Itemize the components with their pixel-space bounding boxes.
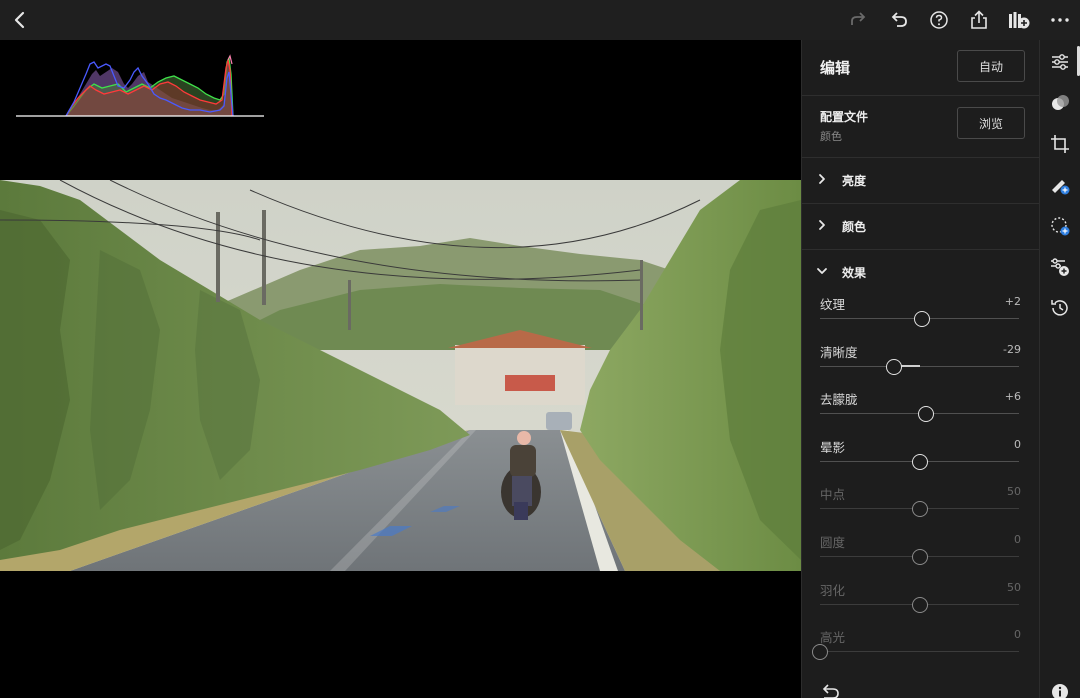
slider-knob[interactable] bbox=[914, 311, 930, 327]
slider-row: 中点 50 bbox=[802, 478, 1039, 526]
slider-knob[interactable] bbox=[912, 596, 928, 613]
help-circle-icon[interactable] bbox=[925, 6, 953, 34]
edit-panel: 编辑 自动 配置文件 颜色 浏览 亮度 颜色 效果 纹理 +2 清晰度 -29 去朦胧 +… bbox=[801, 40, 1039, 698]
add-to-album-icon[interactable] bbox=[1005, 6, 1033, 34]
slider-knob[interactable] bbox=[918, 406, 934, 423]
slider-value: 0 bbox=[1014, 437, 1021, 451]
slider-value: 0 bbox=[1014, 628, 1021, 642]
slider-value: 50 bbox=[1007, 580, 1021, 594]
profile-value: 颜色 bbox=[820, 130, 842, 143]
slider-knob[interactable] bbox=[886, 358, 902, 375]
slider-knob[interactable] bbox=[912, 548, 928, 565]
section-light-label: 亮度 bbox=[842, 174, 867, 188]
healing-icon[interactable] bbox=[1048, 173, 1072, 197]
section-color[interactable]: 颜色 bbox=[802, 204, 1039, 250]
slider-label: 羽化 bbox=[820, 582, 846, 598]
share-icon[interactable] bbox=[965, 6, 993, 34]
slider-value: +6 bbox=[1004, 390, 1021, 404]
slider-label: 中点 bbox=[820, 487, 846, 503]
tool-rail bbox=[1039, 40, 1080, 698]
slider-track[interactable] bbox=[820, 651, 1019, 653]
histogram bbox=[16, 54, 264, 117]
slider-value: -29 bbox=[1003, 342, 1021, 356]
profile-label: 配置文件 bbox=[820, 110, 869, 124]
section-color-label: 颜色 bbox=[842, 220, 867, 234]
presets-icon[interactable] bbox=[1048, 91, 1072, 115]
slider-row: 羽化 50 bbox=[802, 574, 1039, 622]
top-toolbar bbox=[0, 0, 1080, 40]
slider-label: 晕影 bbox=[820, 439, 846, 455]
photo-preview bbox=[0, 180, 801, 571]
slider-value: 0 bbox=[1014, 532, 1021, 546]
slider-knob[interactable] bbox=[912, 501, 928, 518]
panel-title: 编辑 bbox=[820, 59, 851, 77]
undo-icon[interactable] bbox=[885, 6, 913, 34]
versions-icon[interactable] bbox=[1048, 255, 1072, 279]
effects-sliders: 纹理 +2 清晰度 -29 去朦胧 +6 晕影 0 中点 50 圆度 0 羽化 50 高光 0 bbox=[802, 288, 1039, 669]
slider-value: 50 bbox=[1007, 485, 1021, 499]
slider-label: 高光 bbox=[820, 630, 846, 646]
chevron-right-icon bbox=[819, 174, 825, 184]
edit-sliders-icon[interactable] bbox=[1048, 50, 1072, 74]
slider-label: 纹理 bbox=[820, 297, 846, 312]
chevron-down-icon bbox=[817, 268, 827, 274]
slider-label: 圆度 bbox=[820, 534, 846, 550]
slider-knob[interactable] bbox=[812, 644, 828, 661]
slider-row: 晕影 0 bbox=[802, 431, 1039, 479]
slider-label: 去朦胧 bbox=[820, 392, 858, 408]
redo-icon[interactable] bbox=[844, 6, 872, 34]
slider-value: +2 bbox=[1004, 295, 1021, 308]
slider-row: 清晰度 -29 bbox=[802, 336, 1039, 384]
slider-label: 清晰度 bbox=[820, 344, 858, 360]
section-effects-label: 效果 bbox=[842, 266, 867, 280]
chevron-right-icon bbox=[819, 220, 825, 230]
slider-row: 去朦胧 +6 bbox=[802, 383, 1039, 431]
photo-canvas[interactable] bbox=[0, 40, 801, 698]
more-horizontal-icon[interactable] bbox=[1046, 6, 1074, 34]
masking-icon[interactable] bbox=[1048, 214, 1072, 238]
section-light[interactable]: 亮度 bbox=[802, 158, 1039, 204]
chevron-left-icon[interactable] bbox=[6, 6, 34, 34]
slider-row: 圆度 0 bbox=[802, 526, 1039, 574]
edit-panel-header: 编辑 自动 bbox=[802, 40, 1039, 96]
history-icon[interactable] bbox=[1048, 296, 1072, 320]
reset-icon[interactable] bbox=[820, 683, 840, 698]
slider-knob[interactable] bbox=[912, 453, 928, 470]
browse-button[interactable]: 浏览 bbox=[957, 107, 1025, 139]
crop-icon[interactable] bbox=[1048, 132, 1072, 156]
auto-button[interactable]: 自动 bbox=[957, 50, 1025, 82]
slider-row: 纹理 +2 bbox=[802, 288, 1039, 336]
slider-row: 高光 0 bbox=[802, 621, 1039, 669]
info-icon[interactable] bbox=[1048, 680, 1072, 698]
profile-row: 配置文件 颜色 浏览 bbox=[802, 96, 1039, 158]
section-effects[interactable]: 效果 bbox=[802, 250, 1039, 288]
